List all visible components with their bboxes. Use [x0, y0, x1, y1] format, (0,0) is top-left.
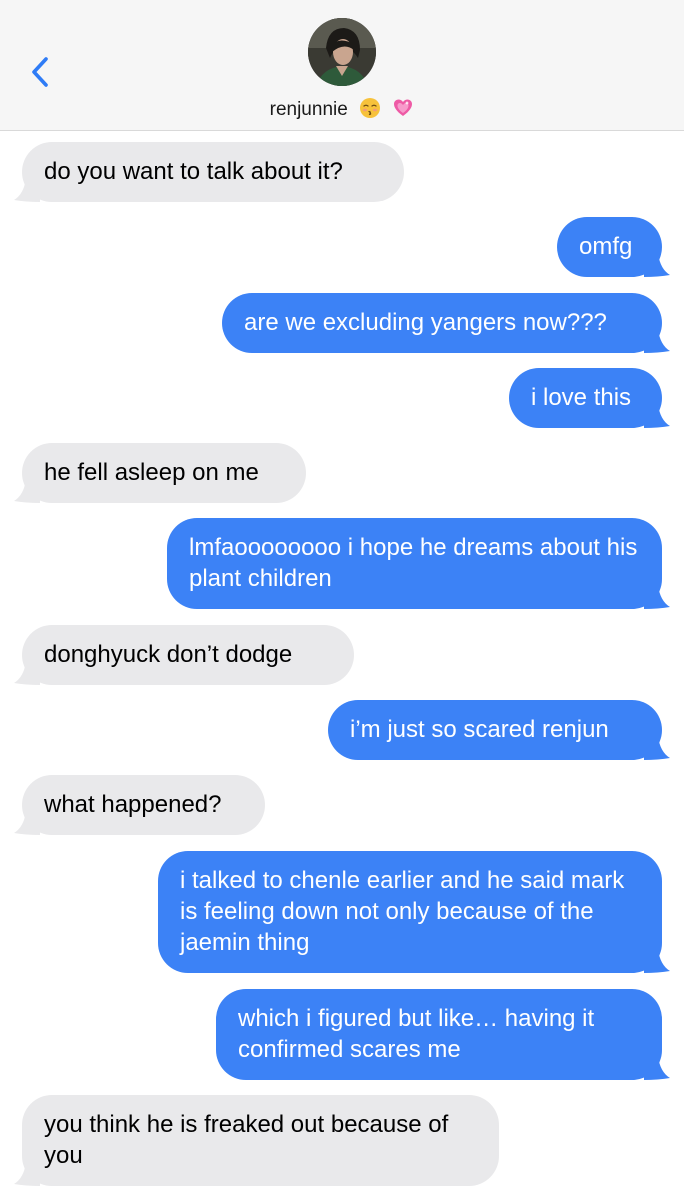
message-thread[interactable]: do you want to talk about it? omfg are w…	[0, 130, 684, 1200]
bubble-tail	[14, 1162, 40, 1186]
bubble-tail	[644, 736, 670, 760]
message-text: omfg	[579, 233, 633, 260]
sent-message-bubble[interactable]: lmfaoooooooo i hope he dreams about his …	[167, 518, 670, 609]
received-message-bubble[interactable]: do you want to talk about it?	[14, 142, 404, 202]
message-text: i love this	[531, 384, 632, 411]
message-text: lmfaoooooooo i hope he dreams about his …	[189, 534, 638, 592]
sent-message-bubble[interactable]: i talked to chenle earlier and he said m…	[158, 851, 670, 973]
conversation-header: renjunnie	[0, 0, 684, 131]
message-text: do you want to talk about it?	[44, 158, 343, 185]
bubble-tail	[14, 479, 40, 503]
message-text: i’m just so scared renjun	[350, 716, 609, 743]
bubble-tail	[644, 1056, 670, 1080]
avatar-photo	[308, 18, 376, 86]
message-text: he fell asleep on me	[44, 459, 259, 486]
sent-message-bubble[interactable]: i love this	[509, 368, 670, 428]
bubble-tail	[644, 404, 670, 428]
message-text: which i figured but like… having it conf…	[238, 1005, 595, 1063]
bubble-tail	[644, 949, 670, 973]
message-text: are we excluding yangers now???	[244, 309, 607, 336]
message-text: you think he is freaked out because of y…	[44, 1111, 449, 1169]
contact-name: renjunnie	[269, 99, 348, 120]
bubble-tail	[14, 661, 40, 685]
sent-message-bubble[interactable]: i’m just so scared renjun	[328, 700, 670, 760]
bubble-tail	[14, 178, 40, 202]
received-message-bubble[interactable]: donghyuck don’t dodge	[14, 625, 354, 685]
contact-name-row[interactable]: renjunnie	[0, 96, 684, 124]
sent-message-bubble[interactable]: omfg	[557, 217, 670, 277]
kissing-face-with-closed-eyes-icon	[360, 98, 381, 118]
sparkling-heart-icon	[394, 99, 413, 116]
message-text: what happened?	[44, 791, 222, 818]
received-message-bubble[interactable]: what happened?	[14, 775, 265, 835]
chevron-left-icon	[32, 57, 48, 87]
sent-message-bubble[interactable]: are we excluding yangers now???	[222, 293, 670, 353]
bubble-tail	[644, 329, 670, 353]
bubble-tail	[644, 253, 670, 277]
sent-message-bubble[interactable]: which i figured but like… having it conf…	[216, 989, 670, 1080]
received-message-bubble[interactable]: he fell asleep on me	[14, 443, 306, 503]
message-text: donghyuck don’t dodge	[44, 641, 293, 668]
message-text: i talked to chenle earlier and he said m…	[180, 867, 625, 956]
bubble-tail	[644, 585, 670, 609]
contact-avatar[interactable]	[308, 18, 376, 86]
received-message-bubble[interactable]: you think he is freaked out because of y…	[14, 1095, 499, 1186]
bubble-tail	[14, 811, 40, 835]
back-button[interactable]	[22, 50, 62, 94]
